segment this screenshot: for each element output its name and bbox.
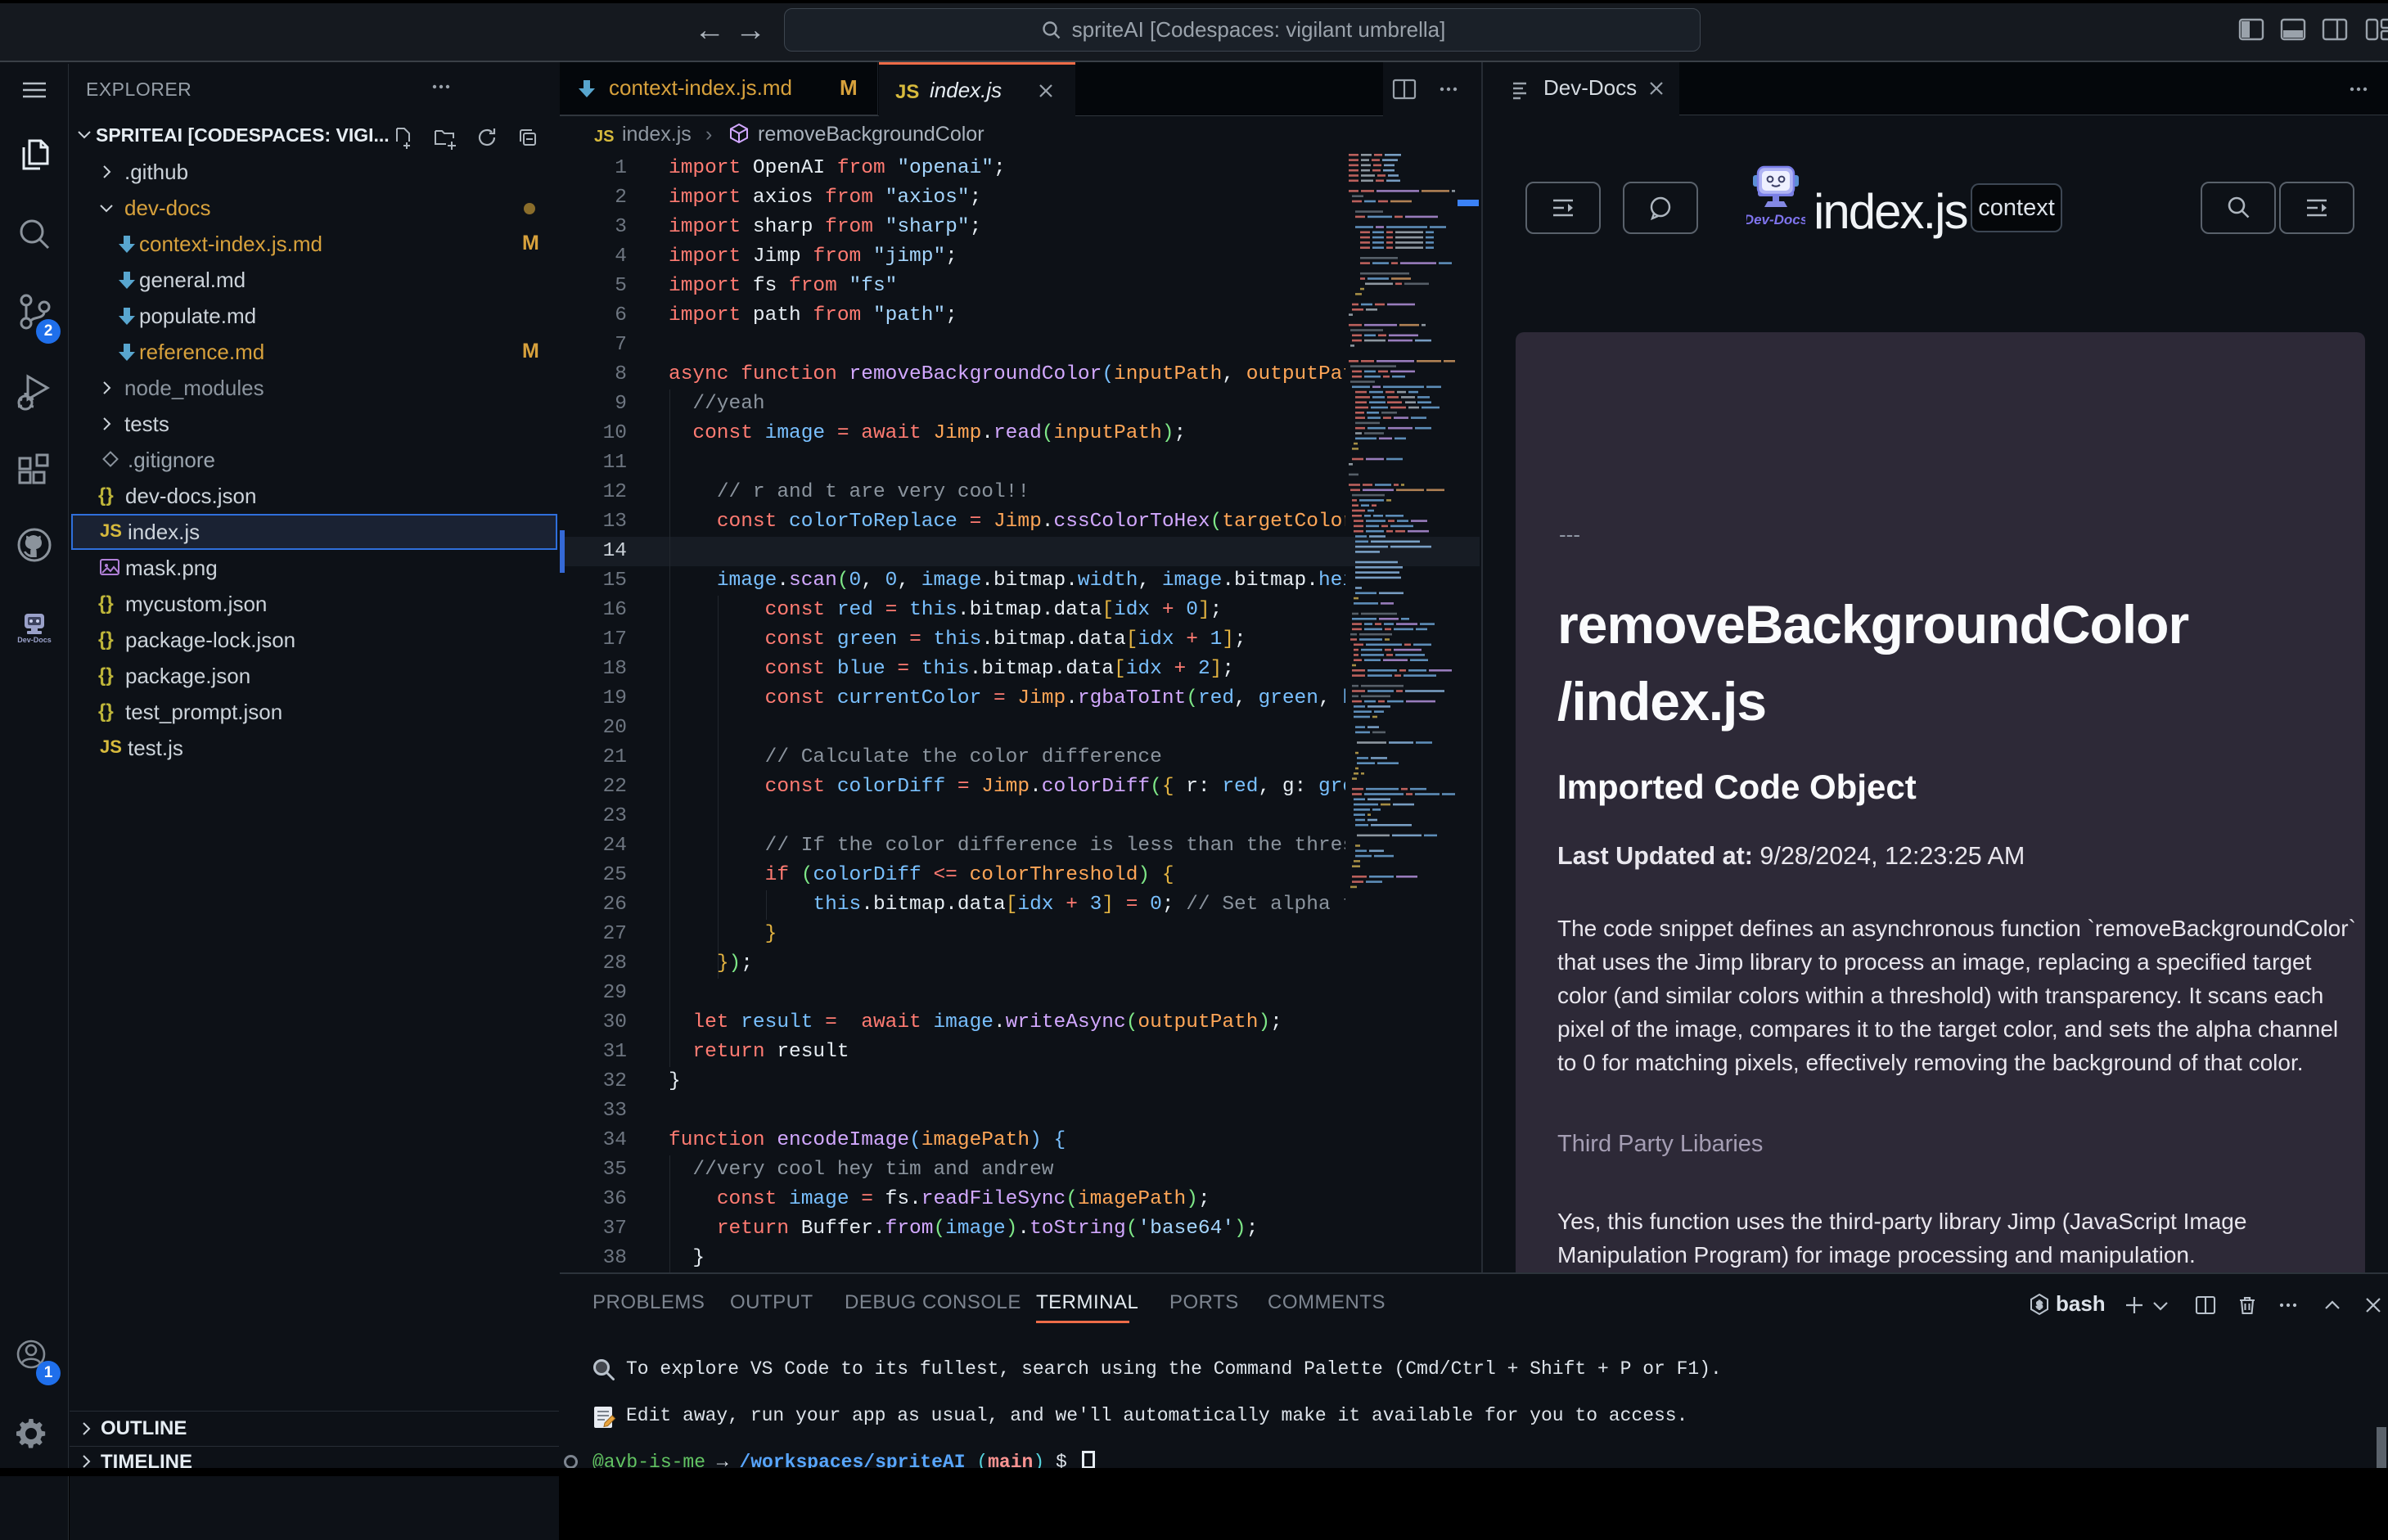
svg-text:$: $ [2036,1299,2043,1312]
svg-text:Dev-Docs: Dev-Docs [1746,212,1805,227]
